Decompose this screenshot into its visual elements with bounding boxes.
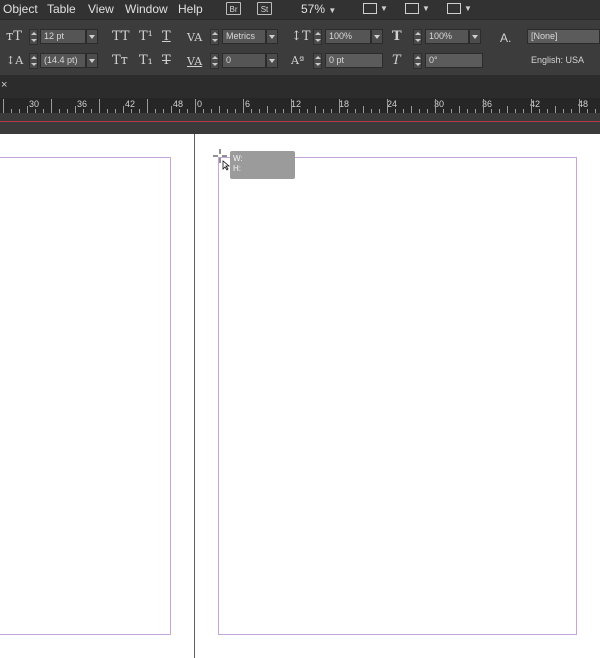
ruler-label: 30 bbox=[29, 99, 40, 109]
tracking-field[interactable]: 0 bbox=[222, 53, 266, 68]
ruler-tick bbox=[387, 99, 388, 113]
character-style-field[interactable]: [None] bbox=[527, 29, 600, 44]
vertical-scale-dropdown[interactable] bbox=[371, 29, 383, 44]
skew-icon: T bbox=[392, 53, 401, 68]
character-style-icon: A. bbox=[500, 31, 512, 45]
close-icon[interactable]: × bbox=[1, 79, 7, 91]
ruler-tick bbox=[171, 106, 172, 113]
vertical-scale-field[interactable]: 100% bbox=[325, 29, 371, 44]
skew-stepper[interactable] bbox=[413, 53, 422, 69]
kerning-field[interactable]: Metrics bbox=[222, 29, 266, 44]
font-size-field[interactable]: 12 pt bbox=[40, 29, 86, 44]
horizontal-scale-dropdown[interactable] bbox=[469, 29, 481, 44]
vertical-scale-stepper[interactable] bbox=[313, 29, 322, 45]
small-caps-icon[interactable]: Tт bbox=[112, 54, 128, 68]
tooltip-width-label: W: bbox=[233, 154, 243, 163]
ruler-tick bbox=[435, 99, 436, 113]
baseline-shift-stepper[interactable] bbox=[313, 53, 322, 69]
tracking-dropdown[interactable] bbox=[266, 53, 278, 68]
language-field[interactable]: English: USA bbox=[527, 53, 600, 68]
ruler-tick bbox=[579, 99, 580, 113]
font-size-dropdown[interactable] bbox=[86, 29, 98, 44]
ruler-tick bbox=[507, 106, 508, 113]
pasteboard bbox=[0, 113, 600, 134]
superscript-icon[interactable]: T¹ bbox=[139, 30, 153, 44]
horizontal-scale-stepper[interactable] bbox=[413, 29, 422, 45]
ruler-tick bbox=[555, 106, 556, 113]
font-size-stepper[interactable] bbox=[29, 29, 38, 45]
ruler-tick bbox=[411, 106, 412, 113]
ruler-tick bbox=[483, 99, 484, 113]
ruler-tick bbox=[267, 106, 268, 113]
ruler-tick bbox=[339, 99, 340, 113]
ruler-label: 6 bbox=[245, 99, 251, 109]
ruler-tick bbox=[459, 106, 460, 113]
underline-icon[interactable]: T bbox=[162, 30, 171, 44]
ruler-tick bbox=[315, 106, 316, 113]
ruler-tick bbox=[147, 99, 148, 113]
leading-stepper[interactable] bbox=[29, 53, 38, 69]
ruler-tick bbox=[531, 99, 532, 113]
ruler-label: 12 bbox=[291, 99, 302, 109]
right-page-margin-guide bbox=[218, 157, 577, 635]
ruler-tick bbox=[243, 99, 244, 113]
left-page-margin-guide bbox=[0, 157, 171, 635]
document-tab-bar: × bbox=[0, 75, 600, 98]
all-caps-icon[interactable]: TT bbox=[112, 30, 130, 44]
ruler-label: 18 bbox=[339, 99, 350, 109]
leading-field[interactable]: (14.4 pt) bbox=[40, 53, 86, 68]
ruler-tick bbox=[27, 106, 28, 113]
ruler-label: 24 bbox=[387, 99, 398, 109]
ruler-label: 36 bbox=[77, 99, 88, 109]
baseline-shift-field[interactable]: 0 pt bbox=[325, 53, 383, 68]
vertical-scale-icon: ↕T bbox=[291, 29, 311, 44]
ruler-label: 0 bbox=[197, 99, 203, 109]
horizontal-scale-field[interactable]: 100% bbox=[425, 29, 469, 44]
bleed-guide bbox=[0, 121, 600, 122]
baseline-shift-icon: Aª bbox=[291, 54, 305, 67]
crosshair-cursor-icon bbox=[213, 149, 231, 176]
subscript-icon[interactable]: T₁ bbox=[139, 54, 153, 68]
leading-icon: ↕A bbox=[6, 54, 24, 67]
ruler-tick bbox=[363, 106, 364, 113]
ruler-tick bbox=[291, 99, 292, 113]
ruler-tick bbox=[51, 99, 52, 113]
tracking-icon: VA bbox=[187, 55, 203, 68]
ruler-tick bbox=[99, 99, 100, 113]
ruler-tick bbox=[75, 106, 76, 113]
leading-dropdown[interactable] bbox=[86, 53, 98, 68]
spread-spine bbox=[194, 134, 195, 658]
size-tooltip: W: H: bbox=[230, 151, 295, 179]
horizontal-scale-icon: T bbox=[392, 29, 402, 44]
font-size-icon: ᴛT bbox=[6, 29, 22, 44]
horizontal-ruler[interactable]: 30 36 42 48 0 6 12 18 24 30 36 42 48 bbox=[0, 98, 600, 113]
ruler-label: 42 bbox=[125, 99, 136, 109]
skew-field[interactable]: 0° bbox=[425, 53, 483, 68]
ruler-tick bbox=[195, 99, 196, 113]
tooltip-height-label: H: bbox=[233, 164, 241, 173]
ruler-label: 48 bbox=[173, 99, 184, 109]
kerning-icon: VA bbox=[187, 31, 203, 44]
tracking-stepper[interactable] bbox=[210, 53, 219, 69]
ruler-tick bbox=[219, 106, 220, 113]
kerning-stepper[interactable] bbox=[210, 29, 219, 45]
kerning-dropdown[interactable] bbox=[266, 29, 278, 44]
strikethrough-icon[interactable]: T bbox=[162, 54, 171, 68]
ruler-tick bbox=[3, 99, 4, 113]
ruler-tick bbox=[123, 106, 124, 113]
